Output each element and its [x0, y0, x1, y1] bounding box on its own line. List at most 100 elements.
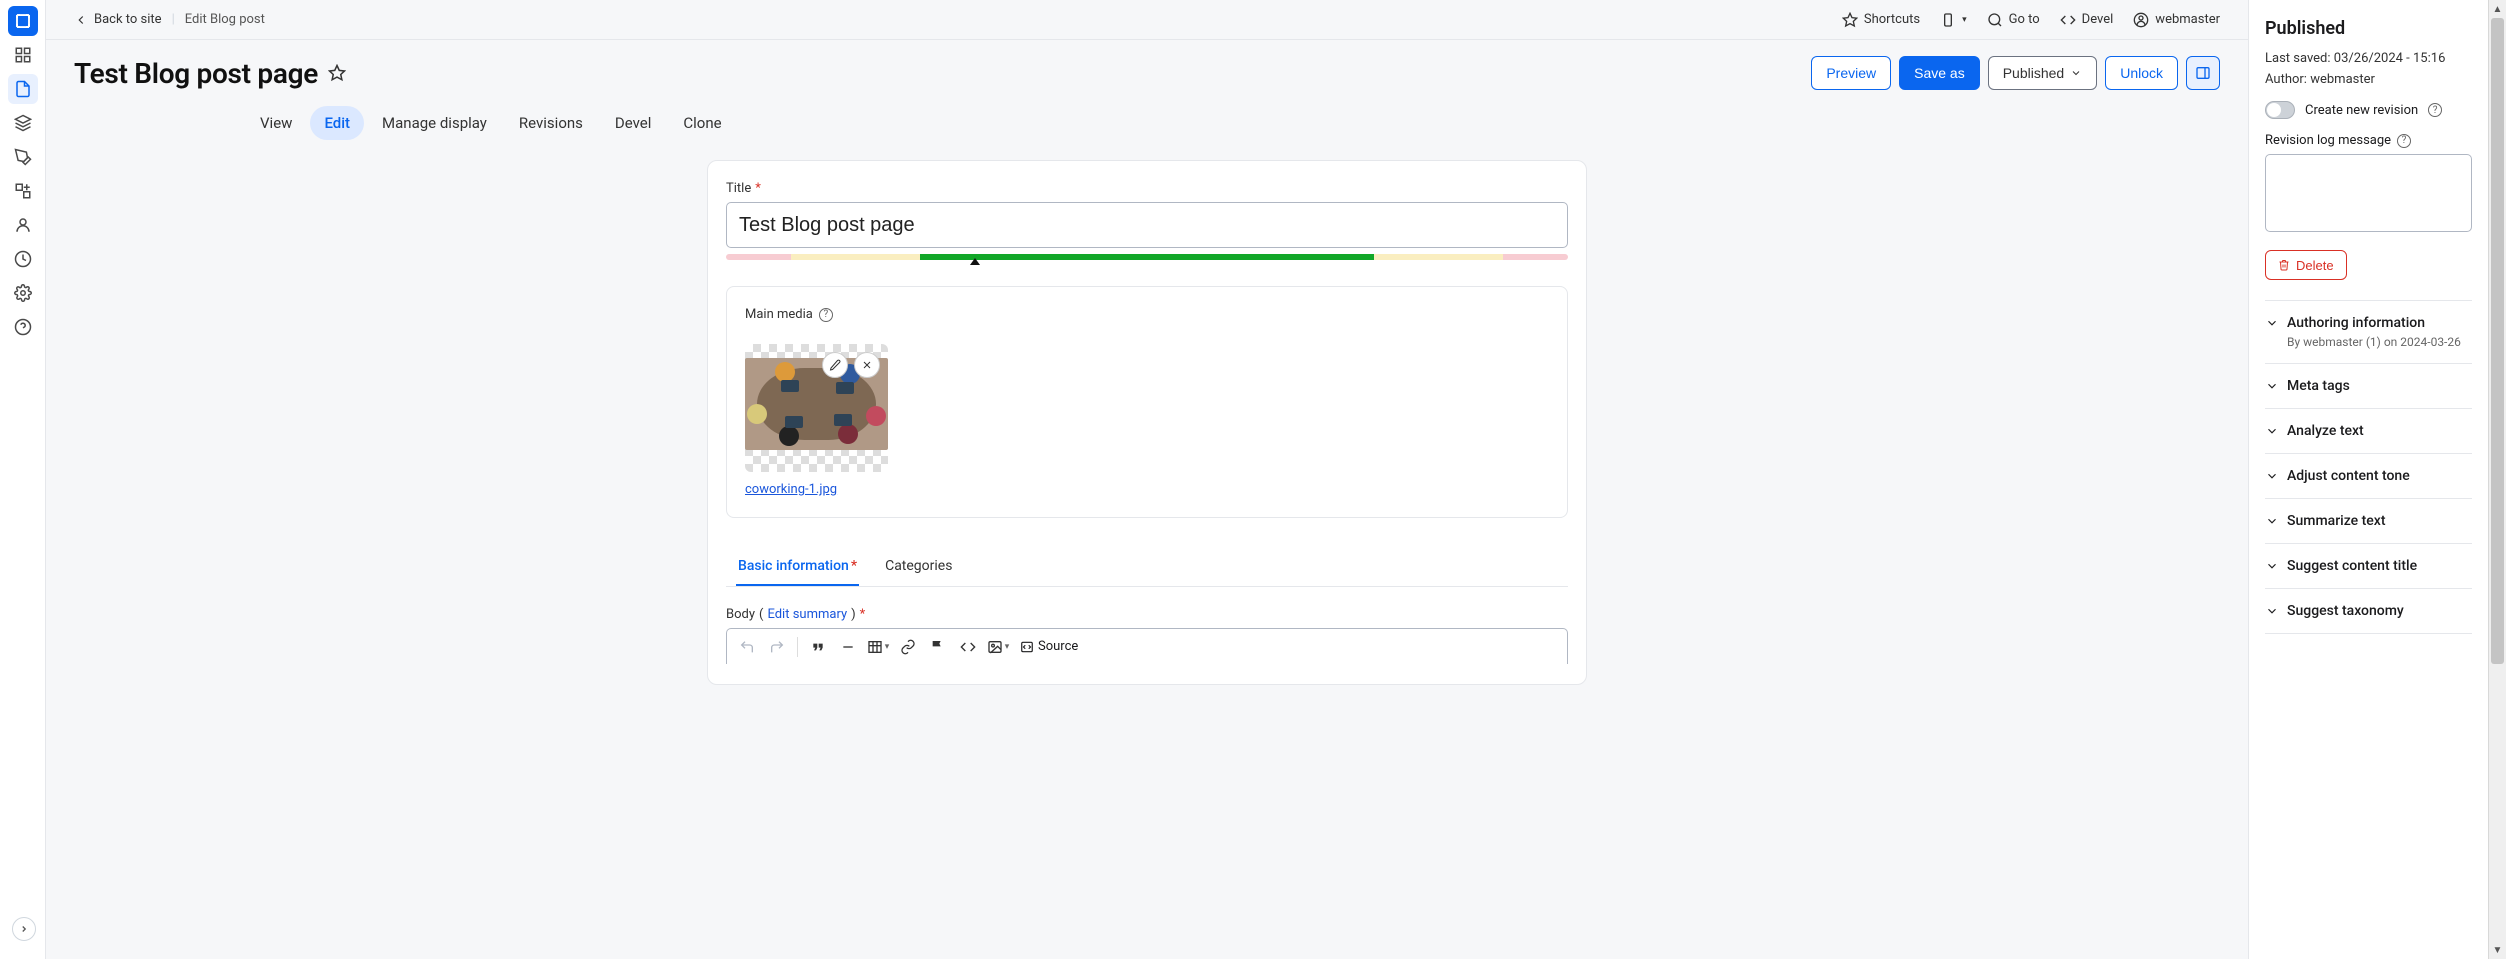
help-icon[interactable]: ?	[819, 308, 833, 322]
shortcuts-label: Shortcuts	[1864, 12, 1920, 27]
media-filename-link[interactable]: coworking-1.jpg	[745, 482, 888, 497]
admin-icon-rail	[0, 0, 46, 959]
edit-summary-link[interactable]: Edit summary	[767, 607, 847, 622]
tab-clone[interactable]: Clone	[669, 106, 735, 140]
document-icon[interactable]	[8, 74, 38, 104]
user-menu[interactable]: webmaster	[2133, 12, 2220, 28]
main-media-fieldset: Main media ?	[726, 286, 1568, 518]
subtab-basic-information[interactable]: Basic information *	[736, 548, 859, 586]
source-label: Source	[1038, 639, 1078, 654]
settings-sidebar: Published Last saved: 03/26/2024 - 15:16…	[2248, 0, 2488, 959]
shortcuts-link[interactable]: Shortcuts	[1842, 12, 1920, 28]
accordion-title: Authoring information	[2287, 315, 2425, 331]
grid-icon[interactable]	[8, 40, 38, 70]
chevron-down-icon	[2265, 469, 2279, 483]
language-button[interactable]	[924, 633, 952, 661]
page-title: Test Blog post page	[74, 57, 318, 90]
horizontal-rule-button[interactable]	[834, 633, 862, 661]
expand-rail-button[interactable]	[12, 917, 36, 941]
title-input[interactable]	[726, 202, 1568, 248]
code-button[interactable]	[954, 633, 982, 661]
user-label: webmaster	[2155, 12, 2220, 27]
blocks-icon[interactable]	[8, 176, 38, 206]
image-dropdown[interactable]	[984, 633, 1012, 661]
os-scrollbar[interactable]: ▲ ▼	[2488, 0, 2506, 959]
accordion-suggest-content-title[interactable]: Suggest content title	[2265, 544, 2472, 589]
help-icon[interactable]: ?	[2428, 103, 2442, 117]
clock-icon[interactable]	[8, 244, 38, 274]
required-marker: *	[755, 181, 761, 196]
undo-icon	[739, 639, 755, 655]
scroll-up-icon[interactable]: ▲	[2489, 0, 2506, 18]
link-icon	[900, 639, 916, 655]
body-field-label: Body	[726, 607, 755, 622]
required-marker: *	[851, 558, 857, 574]
status-dropdown[interactable]: Published	[1988, 56, 2098, 90]
chevron-down-icon	[2265, 316, 2279, 330]
delete-label: Delete	[2296, 258, 2334, 273]
preview-button[interactable]: Preview	[1811, 56, 1891, 90]
device-preview-dropdown[interactable]: ▾	[1940, 12, 1967, 28]
edit-media-button[interactable]	[822, 352, 848, 378]
quote-icon	[810, 639, 826, 655]
toggle-sidebar-button[interactable]	[2186, 56, 2220, 90]
accordion-analyze-text[interactable]: Analyze text	[2265, 409, 2472, 454]
chevron-down-icon	[2265, 379, 2279, 393]
title-field-label: Title	[726, 181, 751, 196]
subtab-categories[interactable]: Categories	[883, 548, 954, 586]
breadcrumb-separator: |	[172, 12, 175, 27]
create-revision-toggle[interactable]	[2265, 101, 2295, 119]
devel-label: Devel	[2082, 12, 2114, 27]
tab-edit[interactable]: Edit	[310, 106, 364, 140]
tab-view[interactable]: View	[246, 106, 306, 140]
close-icon	[861, 359, 873, 371]
edit-form-card: Title * Main media ?	[707, 160, 1587, 685]
undo-button[interactable]	[733, 633, 761, 661]
delete-button[interactable]: Delete	[2265, 250, 2347, 280]
tab-manage-display[interactable]: Manage display	[368, 106, 501, 140]
revision-log-textarea[interactable]	[2265, 154, 2472, 232]
tab-revisions[interactable]: Revisions	[505, 106, 597, 140]
last-saved-label: Last saved:	[2265, 51, 2331, 66]
chevron-down-icon	[2265, 604, 2279, 618]
goto-label: Go to	[2009, 12, 2040, 27]
brush-icon[interactable]	[8, 142, 38, 172]
devel-link[interactable]: Devel	[2060, 12, 2114, 28]
link-button[interactable]	[894, 633, 922, 661]
create-revision-label: Create new revision	[2305, 103, 2418, 118]
favorite-star-icon[interactable]	[328, 64, 346, 82]
accordion-summarize-text[interactable]: Summarize text	[2265, 499, 2472, 544]
table-dropdown[interactable]	[864, 633, 892, 661]
accordion-meta-tags[interactable]: Meta tags	[2265, 364, 2472, 409]
layers-icon[interactable]	[8, 108, 38, 138]
accordion-authoring-information[interactable]: Authoring information By webmaster (1) on…	[2265, 301, 2472, 364]
media-thumbnail	[745, 344, 888, 472]
status-label: Published	[2003, 65, 2065, 81]
user-icon[interactable]	[8, 210, 38, 240]
goto-link[interactable]: Go to	[1987, 12, 2040, 28]
logo-icon[interactable]	[8, 6, 38, 36]
tab-devel[interactable]: Devel	[601, 106, 665, 140]
redo-button[interactable]	[763, 633, 791, 661]
help-icon[interactable]: ?	[2397, 134, 2411, 148]
seo-marker	[726, 258, 1568, 268]
accordion-title: Adjust content tone	[2287, 468, 2410, 484]
accordion-suggest-taxonomy[interactable]: Suggest taxonomy	[2265, 589, 2472, 634]
help-icon[interactable]	[8, 312, 38, 342]
gear-icon[interactable]	[8, 278, 38, 308]
back-to-site-link[interactable]: Back to site	[74, 12, 162, 27]
source-button[interactable]: Source	[1014, 639, 1084, 654]
last-saved-value: 03/26/2024 - 15:16	[2334, 51, 2446, 66]
remove-media-button[interactable]	[854, 352, 880, 378]
blockquote-button[interactable]	[804, 633, 832, 661]
save-as-button[interactable]: Save as	[1899, 56, 1980, 90]
scroll-down-icon[interactable]: ▼	[2489, 941, 2506, 959]
accordion-subtitle: By webmaster (1) on 2024-03-26	[2265, 335, 2472, 349]
author-value: webmaster	[2310, 72, 2375, 87]
author-label: Author:	[2265, 72, 2307, 87]
accordion-adjust-content-tone[interactable]: Adjust content tone	[2265, 454, 2472, 499]
source-icon	[1020, 640, 1034, 654]
unlock-button[interactable]: Unlock	[2105, 56, 2178, 90]
redo-icon	[769, 639, 785, 655]
pencil-icon	[829, 359, 841, 371]
